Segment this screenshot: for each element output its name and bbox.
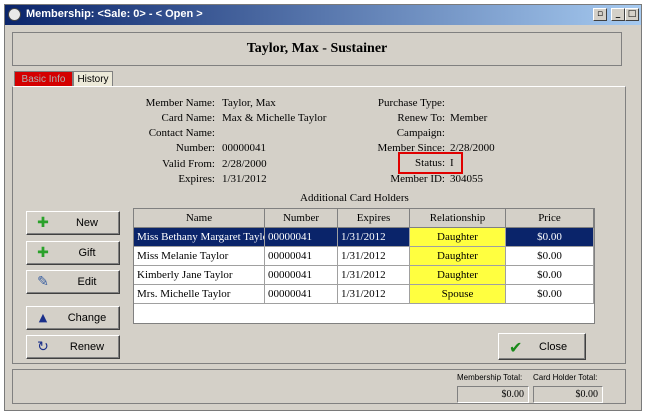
cell-number: 00000041 <box>265 228 338 247</box>
status-highlight-box <box>398 152 463 174</box>
contact-name-label: Contact Name: <box>148 127 215 139</box>
campaign-label: Campaign: <box>396 127 445 139</box>
number-value: 00000041 <box>222 142 266 154</box>
tab-basic-info[interactable]: Basic Info <box>14 71 73 87</box>
tab-history[interactable]: History <box>73 71 113 87</box>
member-header: Taylor, Max - Sustainer <box>12 32 622 66</box>
renew-icon: ↻ <box>37 339 49 355</box>
cell-name: Miss Bethany Margaret Taylor <box>134 228 265 247</box>
cell-expires: 1/31/2012 <box>338 228 410 247</box>
restore-icon[interactable]: ▫ <box>593 8 607 21</box>
cell-relationship: Daughter <box>410 247 506 266</box>
gift-button[interactable]: ✚ Gift <box>26 241 120 265</box>
cell-name: Kimberly Jane Taylor <box>134 266 265 285</box>
card-name-value: Max & Michelle Taylor <box>222 112 327 124</box>
window-title: Membership: <Sale: 0> - < Open > <box>26 8 203 20</box>
member-id-value: 304055 <box>450 173 483 185</box>
renew-to-label: Renew To: <box>397 112 445 124</box>
edit-button[interactable]: ✎ Edit <box>26 270 120 294</box>
valid-from-value: 2/28/2000 <box>222 158 267 170</box>
card-holder-total-value: $0.00 <box>533 386 603 403</box>
cell-price: $0.00 <box>506 285 594 304</box>
plus-icon: ✚ <box>37 245 49 261</box>
expires-label: Expires: <box>178 173 215 185</box>
member-title: Taylor, Max - Sustainer <box>246 41 388 56</box>
cell-number: 00000041 <box>265 247 338 266</box>
cell-expires: 1/31/2012 <box>338 266 410 285</box>
maximize-button[interactable]: □ <box>625 8 639 21</box>
cell-price: $0.00 <box>506 247 594 266</box>
minimize-button[interactable]: _ <box>611 8 625 21</box>
cell-relationship: Spouse <box>410 285 506 304</box>
member-name-label: Member Name: <box>145 97 215 109</box>
number-label: Number: <box>175 142 215 154</box>
column-header-name[interactable]: Name <box>134 209 265 228</box>
card-holders-table[interactable]: Name Number Expires Relationship Price M… <box>133 208 595 324</box>
new-button[interactable]: ✚ New <box>26 211 120 235</box>
change-button[interactable]: ▲ Change <box>26 306 120 330</box>
title-bar[interactable]: Membership: <Sale: 0> - < Open > ▫ _ □ <box>5 5 641 25</box>
purchase-type-label: Purchase Type: <box>377 97 445 109</box>
close-button[interactable]: ✔ Close <box>498 333 586 360</box>
column-header-expires[interactable]: Expires <box>338 209 410 228</box>
membership-total-label: Membership Total: <box>457 373 523 382</box>
cell-name: Miss Melanie Taylor <box>134 247 265 266</box>
cell-price: $0.00 <box>506 228 594 247</box>
checkmark-icon: ✔ <box>509 338 523 357</box>
up-triangle-icon: ▲ <box>38 311 48 324</box>
card-holder-total-label: Card Holder Total: <box>533 373 598 382</box>
cell-relationship: Daughter <box>410 228 506 247</box>
membership-total-value: $0.00 <box>457 386 529 403</box>
renew-button[interactable]: ↻ Renew <box>26 335 120 359</box>
card-name-label: Card Name: <box>161 112 215 124</box>
plus-icon: ✚ <box>37 215 49 231</box>
cell-number: 00000041 <box>265 285 338 304</box>
member-id-label: Member ID: <box>390 173 445 185</box>
expires-value: 1/31/2012 <box>222 173 267 185</box>
app-icon <box>8 8 21 21</box>
cell-name: Mrs. Michelle Taylor <box>134 285 265 304</box>
cell-price: $0.00 <box>506 266 594 285</box>
column-header-relationship[interactable]: Relationship <box>410 209 506 228</box>
column-header-price[interactable]: Price <box>506 209 594 228</box>
column-header-number[interactable]: Number <box>265 209 338 228</box>
renew-to-value: Member <box>450 112 488 124</box>
pencil-icon: ✎ <box>37 274 49 290</box>
cell-number: 00000041 <box>265 266 338 285</box>
member-name-value: Taylor, Max <box>222 97 276 109</box>
cell-expires: 1/31/2012 <box>338 285 410 304</box>
cell-relationship: Daughter <box>410 266 506 285</box>
card-holders-heading: Additional Card Holders <box>300 192 409 204</box>
valid-from-label: Valid From: <box>162 158 215 170</box>
cell-expires: 1/31/2012 <box>338 247 410 266</box>
